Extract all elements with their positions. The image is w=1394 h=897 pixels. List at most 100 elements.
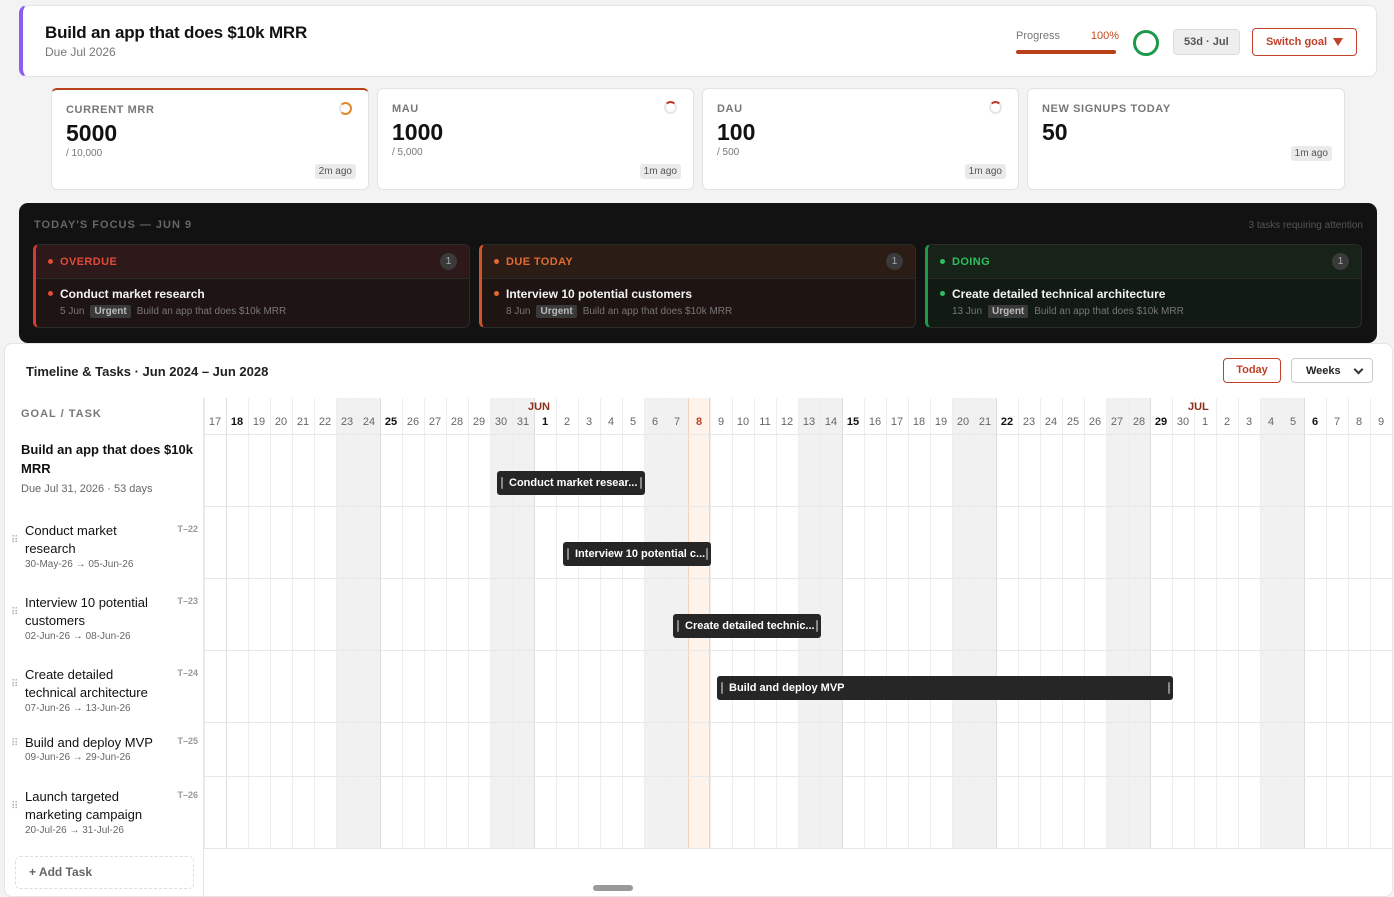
task-name: Create detailed technical architecture [25,667,148,700]
task-bar[interactable]: Conduct market resear... [497,471,645,495]
status-dot-icon [494,259,499,264]
completion-ring-icon [1133,30,1159,56]
drag-handle-icon[interactable]: ⠿ [11,801,18,812]
drag-handle-icon[interactable]: ⠿ [11,738,18,749]
day-label: 9 [717,416,725,428]
timeline-title: Timeline & Tasks · Jun 2024 – Jun 2028 [26,364,269,379]
day-label: 28 [450,416,464,428]
task-dates: 20-Jul-26 → 31-Jul-26 [25,825,124,836]
day-label: 23 [340,416,354,428]
task-bar[interactable]: Build and deploy MVP [717,676,1173,700]
metric-updated: 1m ago [964,164,1006,179]
day-column [820,398,842,848]
switch-goal-label: Switch goal [1265,36,1328,48]
day-label: 4 [607,416,615,428]
timeline-grid[interactable]: 17 18 19 20 21 22 23 24 25 26 27 28 29 30 31 1 2 3 4 5 6 7 8 9 1… [204,398,1392,896]
day-column [622,398,644,848]
today-button[interactable]: Today [1223,358,1281,383]
drag-handle-icon[interactable]: ⠿ [11,535,18,546]
metric-updated: 1m ago [1290,146,1332,161]
zoom-select[interactable]: Weeks [1291,358,1373,383]
goal-row-subtitle: Due Jul 31, 2026 · 53 days [21,483,153,495]
focus-column-header: OVERDUE 1 [36,245,469,279]
day-label: 20 [956,416,970,428]
focus-task-title[interactable]: Conduct market research [60,287,205,301]
goal-title: Build an app that does $10k MRR [45,23,308,42]
day-column [842,398,864,848]
day-column [908,398,930,848]
task-dot-icon [48,291,53,296]
day-column [534,398,556,848]
horizontal-scrollbar-thumb[interactable] [593,885,633,891]
day-column [864,398,886,848]
timeline-panel: Timeline & Tasks · Jun 2024 – Jun 2028 T… [4,343,1393,897]
metric-updated: 2m ago [314,164,356,179]
day-column [644,398,666,848]
day-column [270,398,292,848]
day-label: 27 [1110,416,1124,428]
day-label: 21 [296,416,310,428]
focus-task-meta: 8 Jun Urgent Build an app that does $10k… [506,305,732,318]
goal-row-title[interactable]: Build an app that does $10k MRR [21,440,201,478]
row-divider [204,848,1392,849]
day-label: 16 [868,416,882,428]
day-label: 25 [1066,416,1080,428]
day-label: 8 [1355,416,1363,428]
focus-column-doing: DOING 1 Create detailed technical archit… [925,244,1362,328]
day-label: 29 [1154,416,1168,428]
metric-label: MAU [392,103,419,115]
task-id: T–26 [177,790,198,800]
day-label: 14 [824,416,838,428]
switch-goal-button[interactable]: Switch goal [1252,28,1357,56]
day-label: 26 [406,416,420,428]
metric-target: / 10,000 [66,148,103,159]
metric-card-signups[interactable]: NEW SIGNUPS TODAY 50 1m ago [1027,88,1345,190]
day-label: 15 [846,416,860,428]
focus-task-title[interactable]: Create detailed technical architecture [952,287,1165,301]
focus-task-meta: 13 Jun Urgent Build an app that does $10… [952,305,1184,318]
metric-card-mrr[interactable]: CURRENT MRR 5000 / 10,000 2m ago [51,88,369,190]
loading-spinner-icon [664,101,677,114]
day-label: 5 [629,416,637,428]
focus-task-goal: Build an app that does $10k MRR [136,306,287,317]
day-column [1062,398,1084,848]
day-column [1018,398,1040,848]
day-label: 24 [362,416,376,428]
day-label: 10 [736,416,750,428]
urgent-tag: Urgent [988,305,1029,318]
day-column [468,398,490,848]
row-divider [204,650,1392,651]
day-column [336,398,358,848]
task-bar[interactable]: Interview 10 potential c... [563,542,711,566]
day-label: 18 [912,416,926,428]
drag-handle-icon[interactable]: ⠿ [11,679,18,690]
day-column [1040,398,1062,848]
day-label: 1 [1201,416,1209,428]
add-task-button[interactable]: + Add Task [15,856,194,889]
day-label: 8 [695,416,703,428]
day-column [886,398,908,848]
day-column [380,398,402,848]
task-id: T–25 [177,736,198,746]
focus-column-header: DUE TODAY 1 [482,245,915,279]
focus-task-title[interactable]: Interview 10 potential customers [506,287,692,301]
day-column [952,398,974,848]
day-label: 28 [1132,416,1146,428]
focus-task-date: 8 Jun [506,306,531,317]
day-label: 4 [1267,416,1275,428]
day-column [600,398,622,848]
metric-card-mau[interactable]: MAU 1000 / 5,000 1m ago [377,88,694,190]
task-dates: 09-Jun-26 → 29-Jun-26 [25,752,131,763]
status-dot-icon [940,259,945,264]
day-column [490,398,512,848]
drag-handle-icon[interactable]: ⠿ [11,607,18,618]
day-column [1326,398,1348,848]
task-bar[interactable]: Create detailed technic... [673,614,821,638]
todays-focus-panel: TODAY'S FOCUS — JUN 9 3 tasks requiring … [19,203,1377,343]
task-name: Interview 10 potential customers [25,595,148,628]
metric-card-dau[interactable]: DAU 100 / 500 1m ago [702,88,1019,190]
focus-task-meta: 5 Jun Urgent Build an app that does $10k… [60,305,286,318]
focus-task-date: 13 Jun [952,306,983,317]
day-label: 27 [428,416,442,428]
pane-divider[interactable] [203,398,204,896]
